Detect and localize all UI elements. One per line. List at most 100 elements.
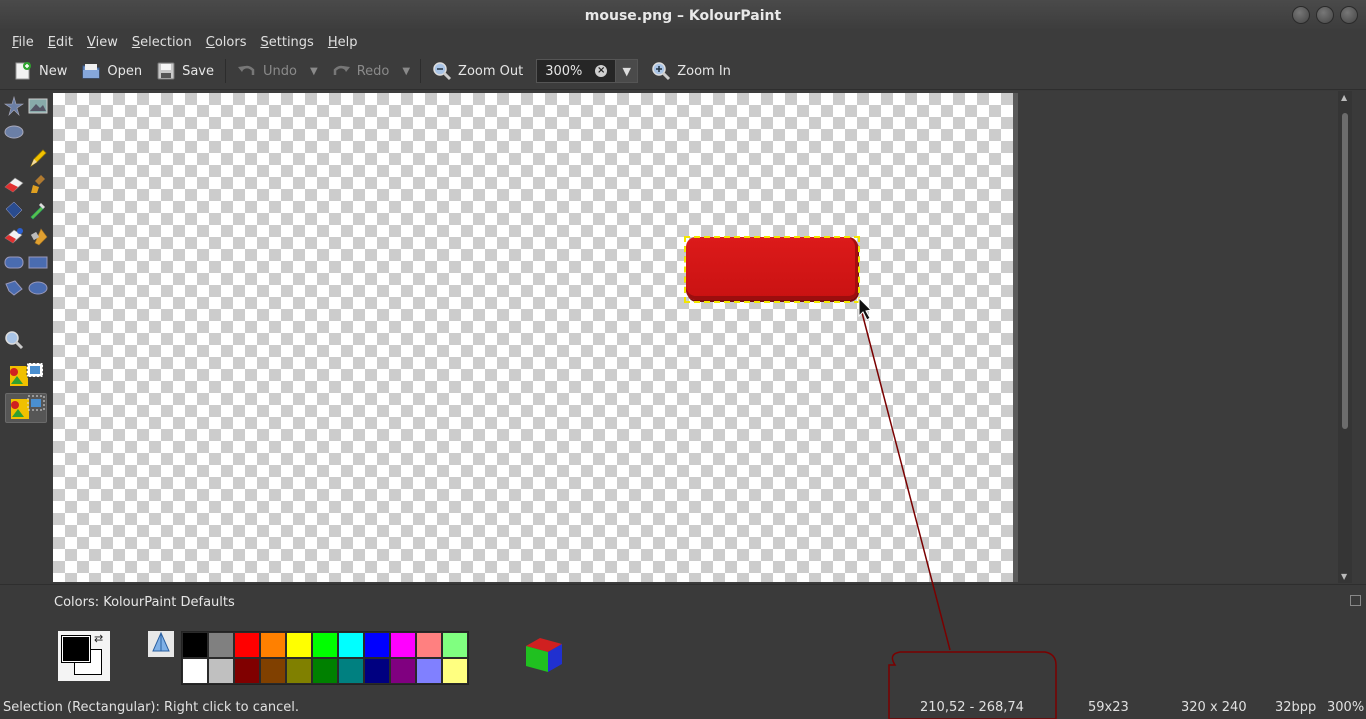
swap-colors-icon[interactable]: ⇄: [94, 632, 103, 645]
free-form-selection-tool[interactable]: [3, 95, 25, 117]
status-bar: Selection (Rectangular): Right click to …: [0, 696, 1366, 719]
text-tool[interactable]: [27, 121, 49, 143]
new-button[interactable]: New: [6, 56, 74, 86]
empty-tool-icon: [27, 121, 49, 143]
palette-swatch[interactable]: [442, 658, 468, 684]
redo-icon: [331, 61, 351, 81]
palette-swatch[interactable]: [260, 632, 286, 658]
spraycan-tool[interactable]: [27, 225, 49, 247]
selection-rectangle[interactable]: [684, 236, 860, 303]
zoom-combo[interactable]: 300% × ▼: [536, 59, 639, 83]
palette-swatch[interactable]: [260, 658, 286, 684]
opaque-selection-icon: [10, 362, 44, 386]
palette-swatch[interactable]: [338, 658, 364, 684]
connected-lines-tool[interactable]: [3, 303, 25, 325]
zoom-out-button[interactable]: Zoom Out: [425, 56, 530, 86]
color-palette: [181, 631, 469, 685]
palette-swatch[interactable]: [182, 632, 208, 658]
zoom-out-icon: [432, 61, 452, 81]
line-tool-slot[interactable]: [3, 147, 25, 169]
color-eraser-tool[interactable]: [3, 225, 25, 247]
flood-fill-tool[interactable]: [3, 199, 25, 221]
save-button[interactable]: Save: [149, 56, 221, 86]
foreground-color[interactable]: [61, 635, 91, 663]
zoom-dropdown-button[interactable]: ▼: [616, 59, 639, 83]
zoom-tool[interactable]: [3, 329, 25, 351]
rounded-rectangle-tool[interactable]: [3, 251, 25, 273]
minimize-button[interactable]: [1292, 6, 1310, 24]
color-picker-tool[interactable]: [27, 199, 49, 221]
polygon-tool[interactable]: [3, 277, 25, 299]
zoom-value: 300%: [545, 63, 583, 79]
scroll-down-icon[interactable]: ▼: [1341, 572, 1347, 581]
eyedropper-icon: [30, 203, 45, 220]
menu-file[interactable]: File: [5, 35, 41, 50]
close-button[interactable]: [1340, 6, 1358, 24]
menu-edit[interactable]: Edit: [41, 35, 80, 50]
palette-swatch[interactable]: [286, 632, 312, 658]
undo-button[interactable]: Undo: [230, 56, 304, 86]
colors-label: Colors: KolourPaint Defaults: [54, 595, 235, 610]
ellipse-tool[interactable]: [27, 277, 49, 299]
maximize-button[interactable]: [1316, 6, 1334, 24]
palette-swatch[interactable]: [416, 658, 442, 684]
zoom-out-label: Zoom Out: [458, 63, 524, 79]
vertical-scrollbar[interactable]: ▲ ▼: [1338, 91, 1352, 583]
elliptical-selection-tool[interactable]: [3, 121, 25, 143]
new-label: New: [39, 63, 68, 79]
color-depth: 32bpp: [1275, 700, 1317, 715]
menu-view[interactable]: View: [80, 35, 125, 50]
menu-help[interactable]: Help: [321, 35, 365, 50]
canvas-resize-edge[interactable]: [1013, 93, 1018, 582]
open-button[interactable]: Open: [74, 56, 149, 86]
palette-swatch[interactable]: [312, 632, 338, 658]
zoom-in-button[interactable]: Zoom In: [644, 56, 738, 86]
menu-selection[interactable]: Selection: [125, 35, 199, 50]
float-panel-icon[interactable]: [1350, 595, 1361, 606]
palette-swatch[interactable]: [208, 632, 234, 658]
zoom-in-label: Zoom In: [677, 63, 731, 79]
menu-colors[interactable]: Colors: [199, 35, 254, 50]
zoom-in-icon: [651, 61, 671, 81]
color-cube-icon[interactable]: [522, 634, 564, 676]
transparent-color-swatch[interactable]: [148, 631, 174, 657]
menu-settings[interactable]: Settings: [253, 35, 320, 50]
palette-swatch[interactable]: [442, 632, 468, 658]
palette-swatch[interactable]: [234, 658, 260, 684]
clear-icon[interactable]: ×: [595, 65, 608, 77]
undo-dropdown-icon[interactable]: ▼: [304, 66, 324, 77]
palette-swatch[interactable]: [364, 632, 390, 658]
scroll-up-icon[interactable]: ▲: [1341, 93, 1347, 102]
toolbar-separator: [225, 59, 227, 83]
selection-transparent-option[interactable]: [5, 393, 47, 423]
eraser-tool[interactable]: [3, 173, 25, 195]
palette-swatch[interactable]: [312, 658, 338, 684]
polygon-icon: [5, 280, 23, 296]
zoom-input[interactable]: 300% ×: [536, 59, 617, 83]
palette-swatch[interactable]: [390, 632, 416, 658]
palette-swatch[interactable]: [364, 658, 390, 684]
palette-swatch[interactable]: [390, 658, 416, 684]
palette-swatch[interactable]: [208, 658, 234, 684]
blank-icon: [3, 147, 25, 169]
redo-dropdown-icon[interactable]: ▼: [396, 66, 416, 77]
paint-bucket-icon: [5, 201, 23, 219]
undo-icon: [237, 61, 257, 81]
foreground-background-selector[interactable]: ⇄: [58, 631, 110, 681]
image-canvas[interactable]: [53, 93, 1013, 582]
palette-swatch[interactable]: [182, 658, 208, 684]
palette-swatch[interactable]: [286, 658, 312, 684]
brush-tool[interactable]: [27, 173, 49, 195]
redo-button[interactable]: Redo: [324, 56, 397, 86]
palette-swatch[interactable]: [234, 632, 260, 658]
palette-swatch[interactable]: [338, 632, 364, 658]
rectangular-selection-tool[interactable]: [27, 95, 49, 117]
scrollbar-thumb[interactable]: [1342, 113, 1348, 429]
rounded-rect-icon: [4, 256, 24, 269]
curve-tool[interactable]: [27, 303, 49, 325]
pen-tool[interactable]: [27, 147, 49, 169]
blank-icon: [3, 303, 25, 325]
palette-swatch[interactable]: [416, 632, 442, 658]
rectangle-tool[interactable]: [27, 251, 49, 273]
selection-opaque-option[interactable]: [5, 361, 47, 391]
